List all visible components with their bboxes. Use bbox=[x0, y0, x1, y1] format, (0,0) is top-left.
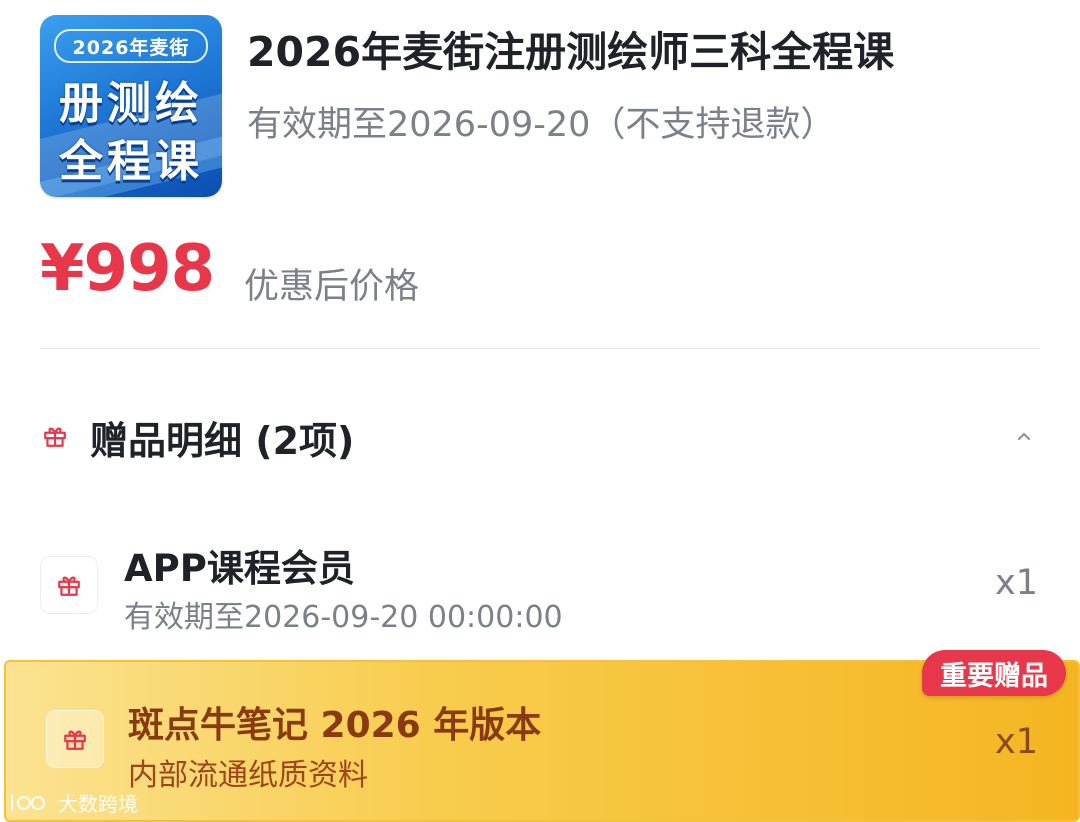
price-note: 优惠后价格 bbox=[244, 267, 420, 307]
gift-icon bbox=[64, 730, 86, 750]
product-cover-image: 2026年麦街 册测绘 全程课 bbox=[40, 15, 222, 197]
divider bbox=[40, 348, 1040, 349]
gift-item-icon-box bbox=[46, 710, 104, 768]
gift-icon bbox=[58, 576, 80, 596]
gift-item-quantity: x1 bbox=[995, 563, 1038, 603]
product-price: ¥998 bbox=[40, 232, 215, 306]
gift-item-icon-box bbox=[40, 556, 98, 614]
gift-item-description: 内部流通纸质资料 bbox=[128, 758, 368, 793]
chevron-up-icon[interactable] bbox=[1012, 424, 1036, 448]
gift-icon bbox=[44, 427, 66, 447]
important-gift-badge: 重要赠品 bbox=[922, 650, 1066, 696]
gift-item-name: 斑点牛笔记 2026 年版本 bbox=[128, 705, 542, 746]
cover-line-2: 全程课 bbox=[59, 136, 203, 187]
important-gift-item: 斑点牛笔记 2026 年版本 内部流通纸质资料 x1 重要赠品 bbox=[4, 650, 1080, 822]
product-validity: 有效期至2026-09-20（不支持退款） bbox=[247, 105, 836, 145]
gift-item-quantity: x1 bbox=[995, 722, 1038, 762]
gift-item-name: APP课程会员 bbox=[124, 547, 355, 590]
product-title: 2026年麦街注册测绘师三科全程课 bbox=[247, 28, 895, 76]
cover-line-1: 册测绘 bbox=[59, 78, 203, 129]
watermark: 大数跨境 bbox=[8, 788, 138, 817]
watermark-text: 大数跨境 bbox=[58, 792, 138, 816]
gift-item-validity: 有效期至2026-09-20 00:00:00 bbox=[124, 600, 563, 635]
cover-year-tag: 2026年麦街 bbox=[54, 29, 208, 63]
watermark-logo-icon bbox=[11, 794, 45, 811]
gift-details-title: 赠品明细 (2项) bbox=[90, 419, 355, 463]
